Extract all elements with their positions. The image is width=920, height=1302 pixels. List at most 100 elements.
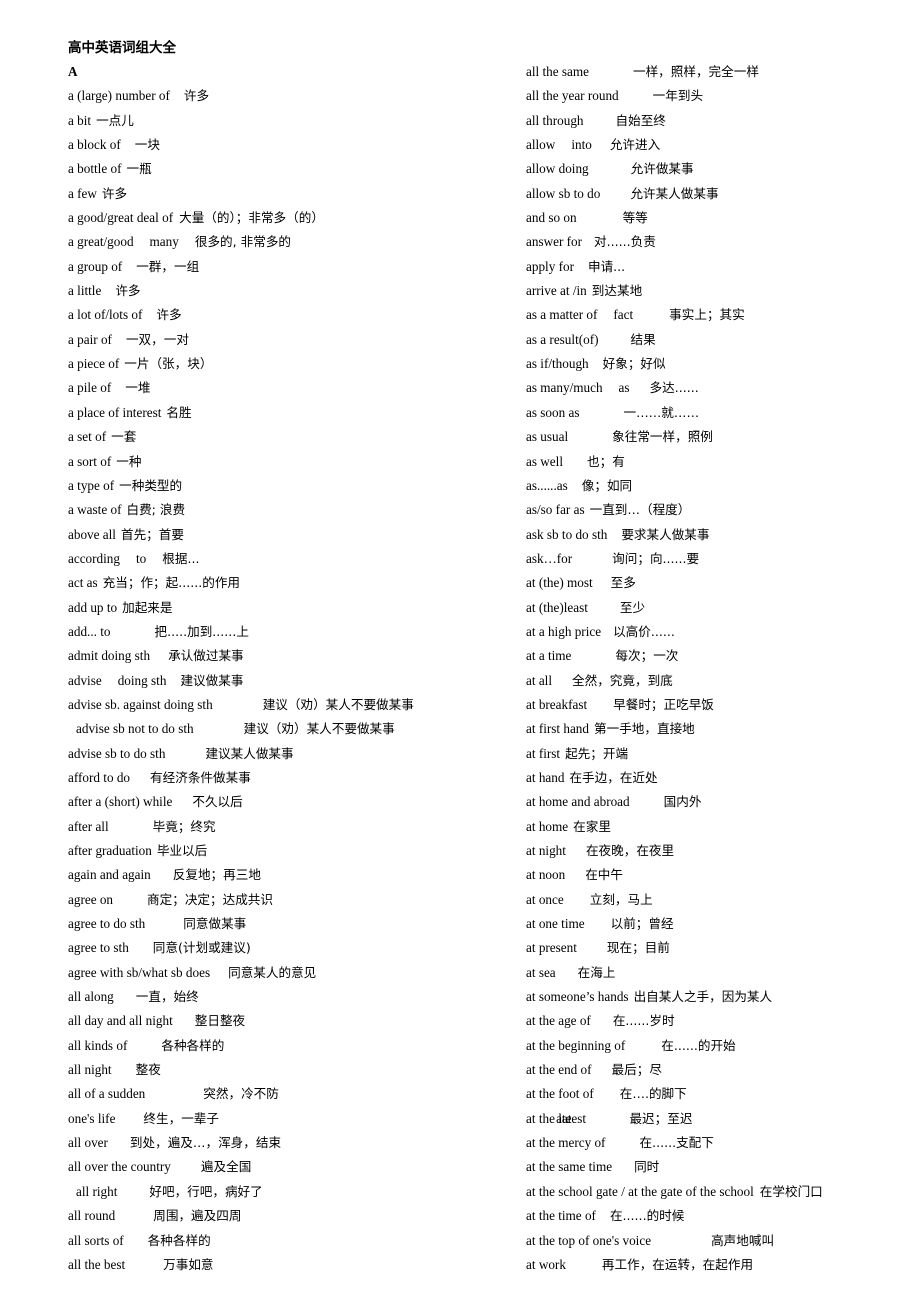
phrase-gloss: 像；如同 xyxy=(581,477,633,493)
phrase-gloss: 不久以后 xyxy=(192,794,243,810)
phrase-term: all the same xyxy=(526,64,589,79)
phrase-gloss: 立刻，马上 xyxy=(589,891,653,907)
phrase-term: all day and all night xyxy=(68,1013,173,1029)
phrase-term: at work xyxy=(526,1256,566,1272)
phrase-term: at all xyxy=(526,672,552,688)
phrase-term: as/so far as xyxy=(526,502,585,518)
phrase-term: agree to sth xyxy=(68,940,129,956)
phrase-entry: ask sb to do sth 要求某人做某事 xyxy=(526,523,916,547)
phrase-gloss: 在中午 xyxy=(585,867,623,883)
phrase-entry: a block of 一块 xyxy=(68,133,518,157)
phrase-term: advise sb not to do sth xyxy=(76,721,194,737)
phrase-term: all the year round xyxy=(526,88,619,104)
phrase-gloss: 把.....加到......上 xyxy=(154,623,249,639)
phrase-gloss: 在学校门口 xyxy=(759,1183,823,1199)
phrase-gloss: 毕业以后 xyxy=(156,843,208,858)
phrase-term: and so on xyxy=(526,210,577,226)
phrase-gloss: 也；有 xyxy=(587,453,625,469)
phrase-entry: advise doing sth 建议做某事 xyxy=(68,669,518,693)
phrase-entry: above all 首先；首要 xyxy=(68,523,518,547)
phrase-gloss: 全然，究竟，到底 xyxy=(572,672,673,688)
phrase-term: at noon xyxy=(526,867,566,883)
phrase-entry: ask…for 询问；向......要 xyxy=(526,547,916,571)
phrase-gloss: 到处，遍及…，浑身，结束 xyxy=(129,1135,282,1151)
phrase-entry: at a high price 以高价...... xyxy=(526,620,916,644)
phrase-gloss: 终生，一辈子 xyxy=(143,1110,219,1126)
phrase-term: at the time of xyxy=(526,1208,596,1224)
phrase-term: agree with sb/what sb does xyxy=(68,964,211,980)
phrase-term: all along xyxy=(68,989,114,1005)
phrase-term: a lot of/lots of xyxy=(68,307,143,323)
phrase-entry: at the age of 在......岁时 xyxy=(526,1009,916,1033)
phrase-term: at present xyxy=(526,940,577,956)
phrase-term: all right xyxy=(76,1183,118,1199)
phrase-term: a bottle of xyxy=(68,161,122,177)
phrase-term: after all xyxy=(68,818,109,834)
phrase-gloss: 再工作，在运转，在起作用 xyxy=(601,1256,754,1272)
phrase-term: as many/much xyxy=(526,380,603,396)
phrase-entry: at a time 每次；一次 xyxy=(526,644,916,668)
phrase-entry: a place of interest 名胜 xyxy=(68,401,518,425)
phrase-term: agree to do sth xyxy=(68,916,146,932)
phrase-entry: allow into 允许进入 xyxy=(526,133,916,157)
phrase-gloss: 建议（劝）某人不要做某事 xyxy=(243,721,395,737)
phrase-entry: at the latestate 最迟；至迟 xyxy=(526,1107,916,1131)
phrase-term: at sea xyxy=(526,964,556,980)
phrase-entry: all along 一直，始终 xyxy=(68,985,518,1009)
left-entry-list: a (large) number of 许多 a bit 一点儿 a block of 一… xyxy=(68,84,518,1277)
phrase-gloss: 一片（张，块） xyxy=(124,356,213,372)
phrase-entry: all of a sudden 突然，冷不防 xyxy=(68,1082,518,1106)
page-title: 高中英语词组大全 xyxy=(68,40,176,55)
phrase-entry: as usual 象往常一样，照例 xyxy=(526,425,916,449)
phrase-entry: add up to 加起来是 xyxy=(68,596,518,620)
phrase-term: a great/good xyxy=(68,234,134,250)
phrase-term: at the beginning of xyxy=(526,1037,626,1053)
phrase-gloss: 充当；作；起......的作用 xyxy=(102,575,241,591)
phrase-gloss: 允许做某事 xyxy=(630,161,694,177)
phrase-term: a place of interest xyxy=(68,404,162,420)
phrase-term: afford to do xyxy=(68,769,131,785)
phrase-entry: act as 充当；作；起......的作用 xyxy=(68,571,518,595)
phrase-entry: at the beginning of 在......的开始 xyxy=(526,1034,916,1058)
phrase-gloss: 以高价...... xyxy=(613,623,675,639)
phrase-gloss: 高声地喊叫 xyxy=(711,1232,775,1248)
phrase-gloss: 一块 xyxy=(134,137,160,153)
phrase-gloss: 在......支配下 xyxy=(639,1135,714,1151)
phrase-gloss: 同时 xyxy=(634,1159,660,1175)
phrase-entry: as if/though 好象；好似 xyxy=(526,352,916,376)
phrase-term: add... to xyxy=(68,623,111,639)
phrase-entry: at the school gate / at the gate of the … xyxy=(526,1180,916,1204)
phrase-term: a bit xyxy=(68,112,92,128)
phrase-entry: at all 全然，究竟，到底 xyxy=(526,669,916,693)
phrase-term: admit doing sth xyxy=(68,648,151,664)
phrase-term: add up to xyxy=(68,599,118,615)
phrase-gloss: 有经济条件做某事 xyxy=(150,769,251,785)
phrase-entry: according to 根据... xyxy=(68,547,518,571)
phrase-term: again and again xyxy=(68,867,151,883)
phrase-entry: at the foot of 在….的脚下 xyxy=(526,1082,916,1106)
phrase-gloss: 白费; 浪费 xyxy=(126,502,186,518)
phrase-gloss: 在海上 xyxy=(577,964,616,980)
phrase-term: all the best xyxy=(68,1256,126,1272)
phrase-entry: at the mercy of 在......支配下 xyxy=(526,1131,916,1155)
phrase-term: a type of xyxy=(68,477,115,493)
phrase-gloss: 结果 xyxy=(630,331,656,347)
phrase-entry: a few 许多 xyxy=(68,182,518,206)
document-page: 高中英语词组大全 A a (large) number of 许多 a bit 一点儿… xyxy=(0,0,920,1302)
phrase-entry: a lot of/lots of 许多 xyxy=(68,303,518,327)
phrase-gloss: 到达某地 xyxy=(591,283,643,299)
phrase-term: a set of xyxy=(68,429,107,445)
phrase-gloss: 在夜晚，在夜里 xyxy=(585,843,675,858)
phrase-term: all round xyxy=(68,1208,116,1224)
phrase-gloss: 一瓶 xyxy=(126,161,152,177)
phrase-entry: all the best 万事如意 xyxy=(68,1253,518,1277)
phrase-gloss: 在......的时候 xyxy=(609,1208,685,1224)
phrase-entry: agree with sb/what sb does 同意某人的意见 xyxy=(68,961,518,985)
phrase-term: after a (short) while xyxy=(68,794,173,810)
phrase-entry: at first hand 第一手地，直接地 xyxy=(526,717,916,741)
phrase-gloss: 以前；曾经 xyxy=(610,916,674,932)
phrase-term: ask…for xyxy=(526,550,573,566)
phrase-entry: all over the country 遍及全国 xyxy=(68,1155,518,1179)
phrase-term: as......as xyxy=(526,477,568,493)
phrase-term: at the foot of xyxy=(526,1086,594,1102)
